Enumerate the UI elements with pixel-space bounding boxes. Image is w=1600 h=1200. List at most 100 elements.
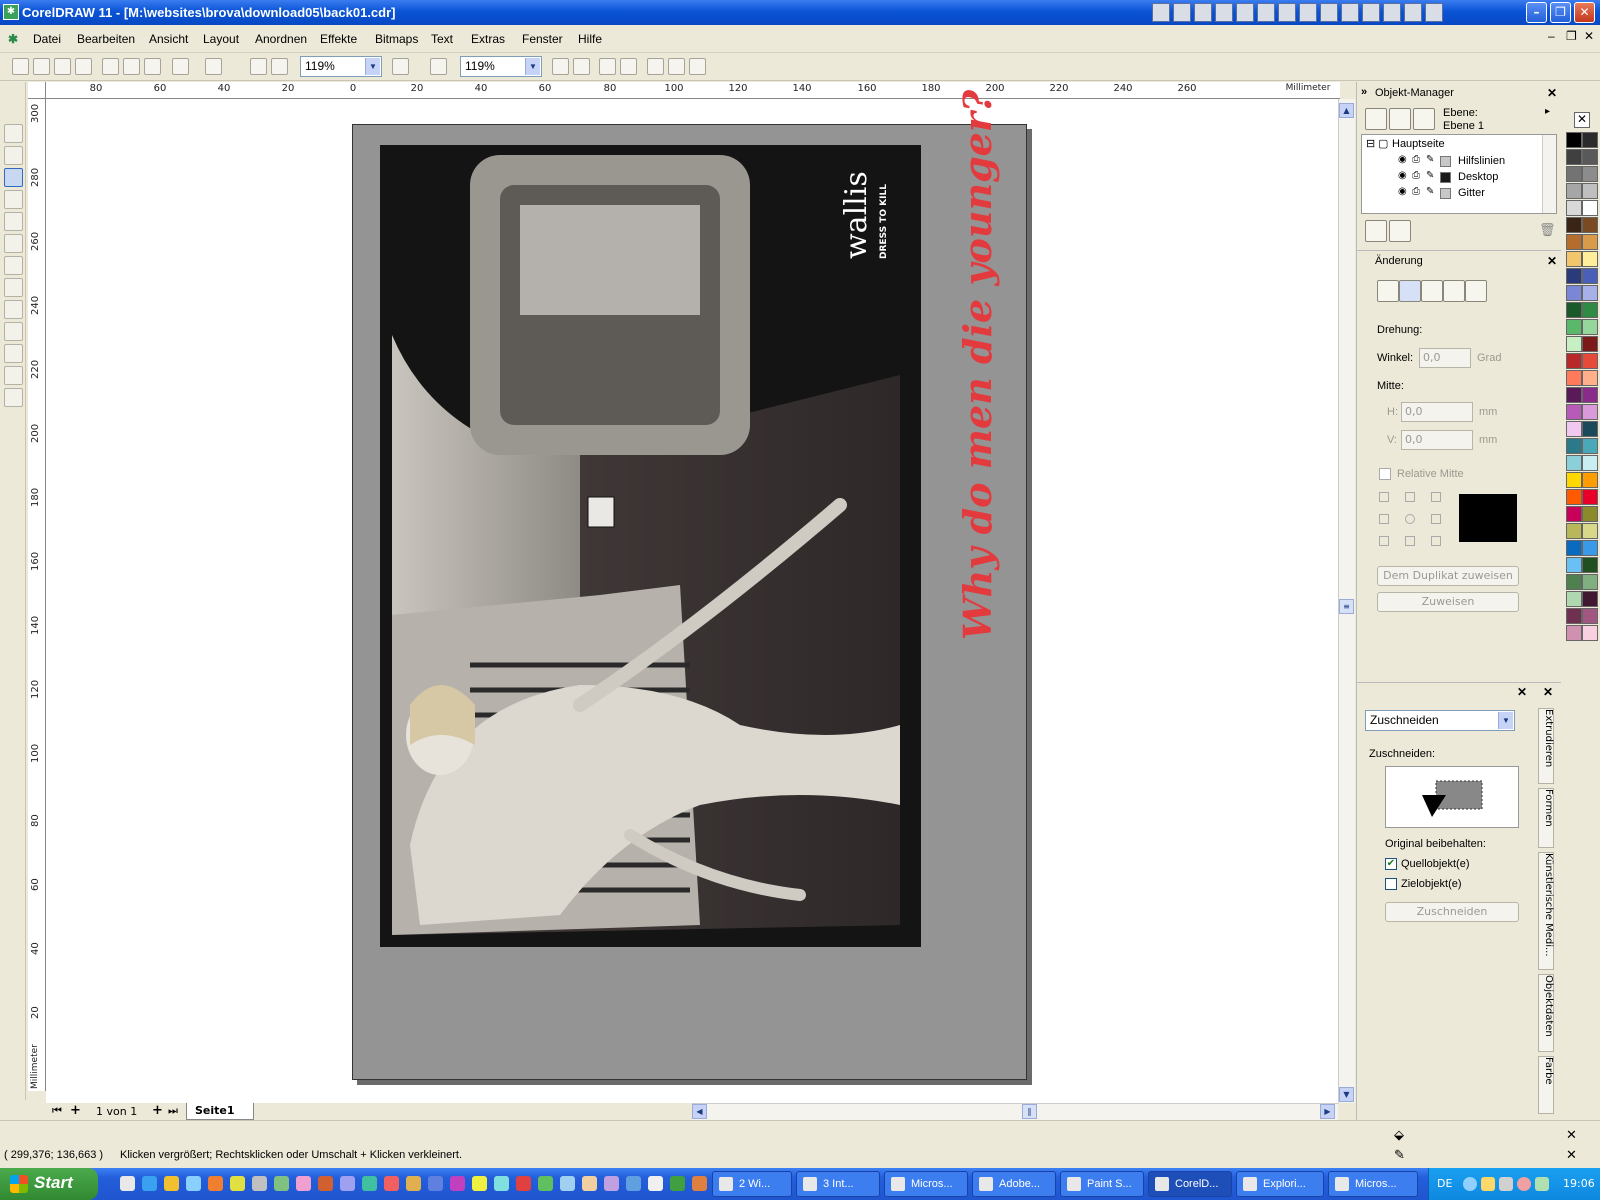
color-swatch[interactable] — [1566, 268, 1582, 284]
menu-ansicht[interactable]: Ansicht — [149, 32, 188, 46]
tree-item-gitter[interactable]: ◉ ⎙ ✎ Gitter — [1388, 185, 1538, 201]
zoom-height-icon[interactable] — [689, 58, 706, 75]
target-objects-checkbox[interactable] — [1385, 878, 1397, 890]
close-icon[interactable]: ✕ — [1517, 685, 1527, 699]
zoom-selected-icon[interactable] — [599, 58, 616, 75]
quick-launch-icon[interactable] — [318, 1176, 333, 1191]
color-swatch[interactable] — [1566, 166, 1582, 182]
angle-input[interactable]: 0,0 — [1419, 348, 1471, 368]
menu-effekte[interactable]: Effekte — [320, 32, 357, 46]
color-swatch[interactable] — [1566, 132, 1582, 148]
undo-icon[interactable] — [172, 58, 189, 75]
quick-launch-icon[interactable] — [142, 1176, 157, 1191]
menu-layout[interactable]: Layout — [203, 32, 239, 46]
quick-launch-icon[interactable] — [120, 1176, 135, 1191]
task-microsoft-2[interactable]: Micros... — [1328, 1171, 1418, 1197]
corel-online-icon[interactable] — [430, 58, 447, 75]
quick-launch-icon[interactable] — [384, 1176, 399, 1191]
tab-extrudieren[interactable]: Extrudieren — [1538, 708, 1554, 784]
advert-slogan[interactable]: Why do men die younger? — [945, 90, 1000, 640]
quick-launch-icon[interactable] — [164, 1176, 179, 1191]
quick-launch-icon[interactable] — [186, 1176, 201, 1191]
task-internet-explorer[interactable]: 3 Int... — [796, 1171, 880, 1197]
color-swatch[interactable] — [1582, 166, 1598, 182]
menu-bitmaps[interactable]: Bitmaps — [375, 32, 418, 46]
color-swatch[interactable] — [1566, 421, 1582, 437]
color-swatch[interactable] — [1582, 574, 1598, 590]
color-swatch[interactable] — [1566, 523, 1582, 539]
quick-launch-icon[interactable] — [428, 1176, 443, 1191]
scroll-left-icon[interactable]: ◀ — [692, 1104, 707, 1119]
color-swatch[interactable] — [1566, 370, 1582, 386]
color-swatch[interactable] — [1582, 489, 1598, 505]
zoom-page-icon[interactable] — [647, 58, 664, 75]
scroll-down-icon[interactable]: ▼ — [1339, 1087, 1354, 1102]
zoom-property-select[interactable]: 119% ▼ — [460, 56, 542, 77]
start-button[interactable]: Start — [0, 1168, 98, 1200]
rotate-icon[interactable] — [1399, 280, 1421, 302]
scroll-thumb[interactable]: ‖ — [1022, 1104, 1037, 1119]
tab-farbe[interactable]: Farbe — [1538, 1056, 1554, 1114]
scroll-up-icon[interactable]: ▲ — [1339, 103, 1354, 118]
coreldraw-app-icon[interactable]: ✱ — [3, 4, 19, 20]
color-swatch[interactable] — [1566, 540, 1582, 556]
quick-launch-icon[interactable] — [406, 1176, 421, 1191]
anchor-grid[interactable] — [1379, 492, 1443, 548]
add-page-before-icon[interactable]: + — [70, 1103, 81, 1118]
quick-launch-icon[interactable] — [472, 1176, 487, 1191]
tree-root-hauptseite[interactable]: Hauptseite — [1392, 138, 1445, 150]
pick-tool-icon[interactable] — [4, 124, 23, 143]
quick-launch-icon[interactable] — [582, 1176, 597, 1191]
color-swatch[interactable] — [1582, 200, 1598, 216]
color-swatch[interactable] — [1566, 404, 1582, 420]
interactive-fill-tool-icon[interactable] — [4, 388, 23, 407]
ruler-origin[interactable] — [28, 82, 46, 99]
menu-anordnen[interactable]: Anordnen — [255, 32, 307, 46]
task-explorer[interactable]: Explori... — [1236, 1171, 1324, 1197]
color-swatch[interactable] — [1582, 438, 1598, 454]
shortcut-icon[interactable] — [1278, 3, 1296, 22]
new-icon[interactable] — [12, 58, 29, 75]
tray-icon[interactable] — [1481, 1177, 1495, 1191]
close-icon[interactable]: ✕ — [1543, 685, 1553, 699]
color-swatch[interactable] — [1582, 149, 1598, 165]
quick-launch-icon[interactable] — [538, 1176, 553, 1191]
shortcut-icon[interactable] — [1173, 3, 1191, 22]
outline-tool-icon[interactable] — [4, 344, 23, 363]
color-swatch[interactable] — [1566, 438, 1582, 454]
open-icon[interactable] — [33, 58, 50, 75]
color-swatch[interactable] — [1566, 625, 1582, 641]
task-adobe[interactable]: Adobe... — [972, 1171, 1056, 1197]
color-swatch[interactable] — [1566, 472, 1582, 488]
collapse-icon[interactable]: » — [1361, 86, 1367, 98]
application-launcher-icon[interactable] — [392, 58, 409, 75]
tab-kuenstlerische-medien[interactable]: Künstlerische Medi... — [1538, 852, 1554, 970]
apply-button[interactable]: Zuweisen — [1377, 592, 1519, 612]
position-icon[interactable] — [1377, 280, 1399, 302]
color-swatch[interactable] — [1582, 421, 1598, 437]
tray-icon[interactable] — [1517, 1177, 1531, 1191]
chevron-down-icon[interactable]: ▼ — [365, 58, 380, 75]
color-swatch[interactable] — [1582, 336, 1598, 352]
color-swatch[interactable] — [1566, 285, 1582, 301]
menu-hilfe[interactable]: Hilfe — [578, 32, 602, 46]
color-swatch[interactable] — [1566, 302, 1582, 318]
close-icon[interactable]: ✕ — [1547, 254, 1557, 268]
color-swatch[interactable] — [1566, 149, 1582, 165]
quick-launch-icon[interactable] — [450, 1176, 465, 1191]
shortcut-icon[interactable] — [1152, 3, 1170, 22]
print-icon[interactable] — [75, 58, 92, 75]
doc-close-button[interactable]: ✕ — [1584, 29, 1594, 43]
show-object-properties-icon[interactable] — [1365, 108, 1387, 130]
shape-tool-icon[interactable] — [4, 146, 23, 165]
import-icon[interactable] — [250, 58, 267, 75]
color-swatch[interactable] — [1566, 183, 1582, 199]
scroll-right-icon[interactable]: ▶ — [1320, 1104, 1335, 1119]
color-swatch[interactable] — [1582, 625, 1598, 641]
quick-launch-icon[interactable] — [560, 1176, 575, 1191]
pencil-icon[interactable]: ✎ — [1426, 170, 1434, 181]
tree-item-hilfslinien[interactable]: ◉ ⎙ ✎ Hilfslinien — [1388, 153, 1538, 169]
chevron-down-icon[interactable]: ▼ — [525, 58, 540, 75]
color-swatch[interactable] — [1566, 489, 1582, 505]
ellipse-tool-icon[interactable] — [4, 234, 23, 253]
